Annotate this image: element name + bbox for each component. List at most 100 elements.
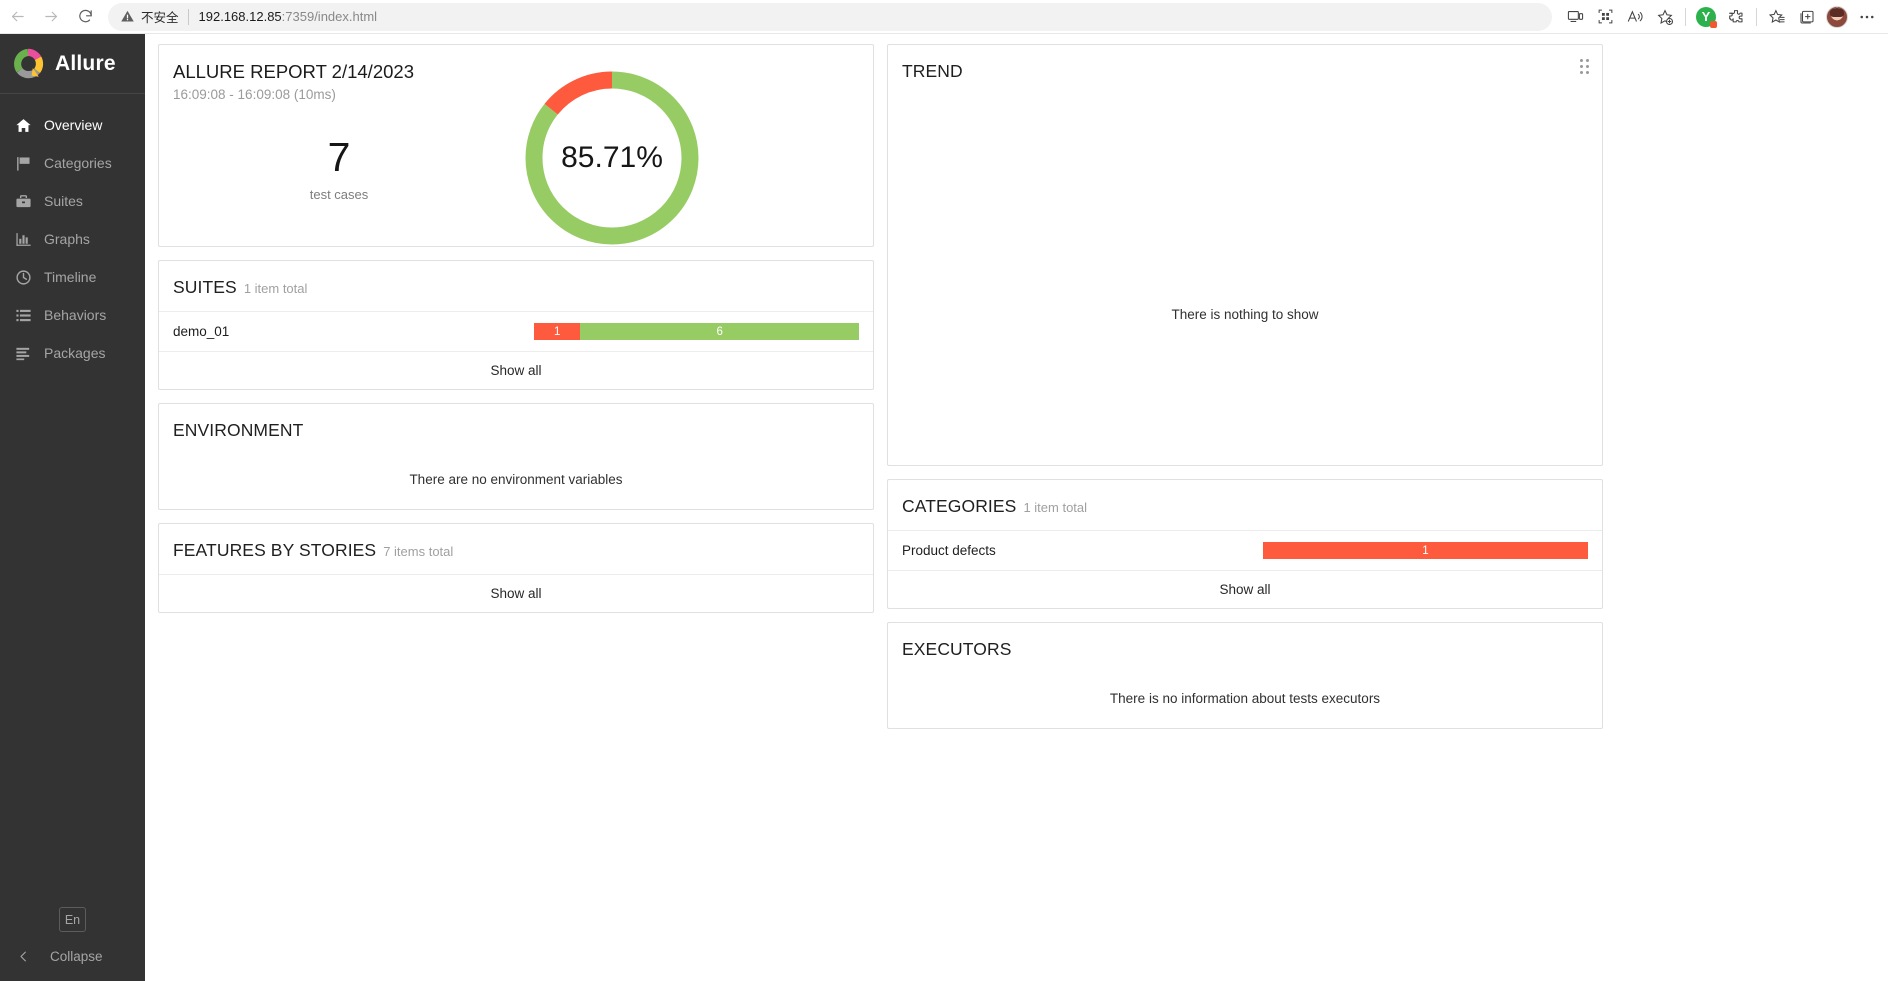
categories-widget: CATEGORIES 1 item total Product defects … bbox=[887, 479, 1603, 609]
category-status-bar: 1 bbox=[1263, 542, 1588, 559]
environment-empty-text: There are no environment variables bbox=[409, 472, 623, 487]
summary-header: ALLURE REPORT 2/14/2023 16:09:08 - 16:09… bbox=[159, 45, 873, 102]
sidebar-item-timeline[interactable]: Timeline bbox=[0, 258, 145, 296]
environment-header: ENVIRONMENT bbox=[159, 404, 873, 454]
device-cast-icon[interactable] bbox=[1560, 2, 1590, 32]
browser-toolbar: 不安全 192.168.12.85:7359/index.html Y bbox=[0, 0, 1888, 34]
favorites-list-icon[interactable] bbox=[1762, 2, 1792, 32]
sidebar-item-behaviors[interactable]: Behaviors bbox=[0, 296, 145, 334]
extensions-puzzle-icon[interactable] bbox=[1721, 2, 1751, 32]
categories-header: CATEGORIES 1 item total bbox=[888, 480, 1602, 530]
avatar-image bbox=[1826, 5, 1848, 28]
categories-body: Product defects 1 bbox=[888, 530, 1602, 570]
sidebar-footer: En Collapse bbox=[0, 907, 145, 981]
drag-handle-icon[interactable] bbox=[1580, 59, 1592, 74]
executors-title: EXECUTORS bbox=[902, 639, 1012, 659]
features-subtitle: 7 items total bbox=[383, 544, 454, 559]
categories-subtitle: 1 item total bbox=[1023, 500, 1088, 515]
executors-header: EXECUTORS bbox=[888, 623, 1602, 673]
suite-status-bar: 1 6 bbox=[534, 323, 859, 340]
executors-empty-text: There is no information about tests exec… bbox=[1109, 691, 1381, 706]
collections-icon[interactable] bbox=[1792, 2, 1822, 32]
features-show-all[interactable]: Show all bbox=[159, 574, 873, 612]
not-secure-warning-icon[interactable] bbox=[120, 9, 135, 24]
collapse-button[interactable]: Collapse bbox=[0, 945, 145, 967]
qr-code-icon[interactable] bbox=[1590, 2, 1620, 32]
sidebar-item-label: Categories bbox=[44, 155, 112, 171]
test-count-label: test cases bbox=[309, 186, 369, 202]
settings-more-icon[interactable] bbox=[1852, 2, 1882, 32]
chevron-left-icon bbox=[12, 945, 34, 967]
suites-show-all[interactable]: Show all bbox=[159, 351, 873, 389]
layers-icon bbox=[12, 342, 34, 364]
trend-widget: TREND There is nothing to show bbox=[887, 44, 1603, 466]
clock-icon bbox=[12, 266, 34, 288]
suites-header: SUITES 1 item total bbox=[159, 261, 873, 311]
features-header: FEATURES BY STORIES 7 items total bbox=[159, 524, 873, 574]
profile-avatar[interactable] bbox=[1822, 2, 1852, 32]
forward-arrow-icon bbox=[43, 8, 60, 25]
trend-header: TREND bbox=[888, 45, 1602, 95]
sidebar-item-packages[interactable]: Packages bbox=[0, 334, 145, 372]
sidebar-item-label: Behaviors bbox=[44, 307, 107, 323]
not-secure-label: 不安全 bbox=[141, 11, 179, 25]
sidebar-item-label: Graphs bbox=[44, 231, 90, 247]
sidebar-item-label: Suites bbox=[44, 193, 83, 209]
allure-logo-icon bbox=[12, 48, 44, 80]
briefcase-icon bbox=[12, 190, 34, 212]
reload-button[interactable] bbox=[68, 0, 102, 34]
executors-widget: EXECUTORS There is no information about … bbox=[887, 622, 1603, 729]
home-icon bbox=[12, 114, 34, 136]
suite-name: demo_01 bbox=[173, 324, 230, 339]
sidebar-nav: Overview Categories Suites Graphs Timeli… bbox=[0, 94, 149, 907]
suites-body: demo_01 1 6 bbox=[159, 311, 873, 351]
browser-action-icons: Y bbox=[1560, 2, 1888, 32]
collapse-label: Collapse bbox=[50, 948, 103, 964]
add-favorite-icon[interactable] bbox=[1650, 2, 1680, 32]
sidebar: Allure Overview Categories Suites Graphs bbox=[0, 34, 149, 981]
language-button[interactable]: En bbox=[59, 907, 86, 932]
sidebar-item-label: Timeline bbox=[44, 269, 97, 285]
back-button[interactable] bbox=[0, 0, 34, 34]
widget-columns: ALLURE REPORT 2/14/2023 16:09:08 - 16:09… bbox=[145, 44, 1888, 742]
sidebar-item-categories[interactable]: Categories bbox=[0, 144, 145, 182]
bar-segment-failed: 1 bbox=[1263, 542, 1588, 559]
bar-segment-passed: 6 bbox=[580, 323, 859, 340]
sidebar-item-label: Overview bbox=[44, 117, 103, 133]
overview-content: ALLURE REPORT 2/14/2023 16:09:08 - 16:09… bbox=[145, 34, 1888, 981]
suites-subtitle: 1 item total bbox=[243, 281, 308, 296]
pass-rate-donut-chart[interactable]: 85.71% bbox=[519, 65, 705, 251]
suites-widget: SUITES 1 item total demo_01 1 6 Show all bbox=[158, 260, 874, 390]
trend-empty-text: There is nothing to show bbox=[1171, 307, 1319, 322]
trend-title: TREND bbox=[902, 61, 963, 81]
categories-show-all[interactable]: Show all bbox=[888, 570, 1602, 608]
extension-badge-icon[interactable]: Y bbox=[1691, 2, 1721, 32]
trend-body: There is nothing to show bbox=[888, 95, 1602, 465]
sidebar-item-overview[interactable]: Overview bbox=[0, 106, 149, 144]
table-row[interactable]: Product defects 1 bbox=[888, 530, 1602, 570]
url-text: 192.168.12.85:7359/index.html bbox=[199, 9, 378, 24]
left-column: ALLURE REPORT 2/14/2023 16:09:08 - 16:09… bbox=[158, 44, 874, 626]
sidebar-item-suites[interactable]: Suites bbox=[0, 182, 145, 220]
toolbar-divider-1 bbox=[1685, 7, 1686, 26]
reload-icon bbox=[77, 8, 94, 25]
sidebar-item-graphs[interactable]: Graphs bbox=[0, 220, 145, 258]
features-by-stories-widget: FEATURES BY STORIES 7 items total Show a… bbox=[158, 523, 874, 613]
brand-name: Allure bbox=[55, 51, 116, 75]
read-aloud-icon[interactable] bbox=[1620, 2, 1650, 32]
forward-button[interactable] bbox=[34, 0, 68, 34]
extension-badge-letter: Y bbox=[1696, 6, 1717, 28]
url-path: :7359/index.html bbox=[281, 9, 378, 24]
bar-chart-icon bbox=[12, 228, 34, 250]
environment-widget: ENVIRONMENT There are no environment var… bbox=[158, 403, 874, 510]
features-title: FEATURES BY STORIES bbox=[173, 540, 377, 560]
category-name: Product defects bbox=[902, 543, 996, 558]
brand-logo-area[interactable]: Allure bbox=[0, 34, 145, 94]
url-host: 192.168.12.85 bbox=[198, 9, 282, 24]
toolbar-divider-2 bbox=[1756, 7, 1757, 26]
address-bar[interactable]: 不安全 192.168.12.85:7359/index.html bbox=[108, 2, 1552, 31]
table-row[interactable]: demo_01 1 6 bbox=[159, 311, 873, 351]
pass-rate-value: 85.71% bbox=[561, 141, 663, 174]
categories-title: CATEGORIES bbox=[902, 496, 1017, 516]
summary-body: 7 test cases 85.71% bbox=[159, 71, 873, 245]
